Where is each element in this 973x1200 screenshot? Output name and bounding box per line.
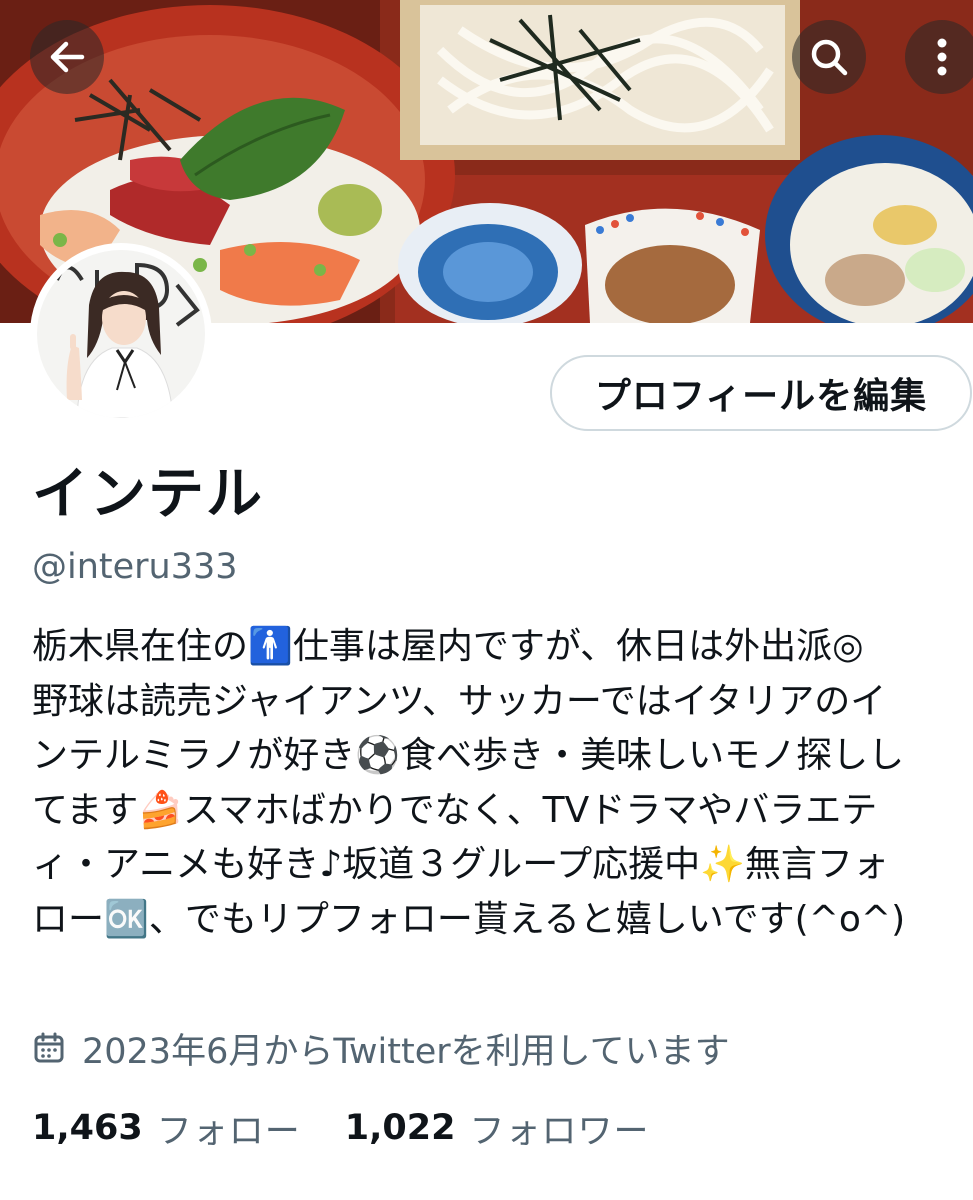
joined-text: 2023年6月からTwitterを利用しています: [82, 1031, 730, 1072]
avatar-photo: [37, 250, 205, 418]
search-button[interactable]: [792, 20, 866, 94]
calendar-icon: [32, 1031, 66, 1065]
followers-link[interactable]: 1,022 フォロワー: [345, 1103, 650, 1154]
search-icon: [811, 39, 848, 76]
followers-label: フォロワー: [469, 1111, 650, 1152]
arrow-left-icon: [50, 41, 85, 73]
bio-line: ロー🆗、でもリプフォロー貰えると嬉しいです(^o^): [32, 898, 906, 940]
bio-line: 野球は読売ジャイアンツ、サッカーではイタリアのイ: [32, 680, 887, 722]
joined-date: 2023年6月からTwitterを利用しています: [32, 1023, 730, 1073]
following-link[interactable]: 1,463 フォロー: [32, 1103, 301, 1154]
more-options-button[interactable]: [905, 20, 973, 94]
bio-line: てます🍰スマホばかりでなく、TVドラマやバラエテ: [32, 789, 878, 831]
display-name: インテル: [32, 462, 264, 527]
followers-count: 1,022: [344, 1108, 456, 1148]
profile-bio: 栃木県在住の🚹仕事は屋内ですが、休日は外出派◎ 野球は読売ジャイアンツ、サッカー…: [32, 620, 967, 947]
back-button[interactable]: [30, 20, 104, 94]
following-count: 1,463: [32, 1108, 143, 1148]
bio-line: ンテルミラノが好き⚽食べ歩き・美味しいモノ探しし: [32, 735, 905, 776]
more-vertical-icon: [937, 38, 947, 76]
bio-line: ィ・アニメも好き♪坂道３グループ応援中✨無言フォ: [32, 844, 889, 885]
edit-profile-button[interactable]: プロフィールを編集: [550, 355, 972, 431]
avatar[interactable]: [30, 243, 212, 425]
follow-stats: 1,463 フォロー 1,022 フォロワー: [32, 1103, 649, 1153]
username-handle: @interu333: [32, 547, 238, 587]
following-label: フォロー: [156, 1111, 301, 1152]
bio-line: 栃木県在住の🚹仕事は屋内ですが、休日は外出派◎: [32, 626, 864, 667]
